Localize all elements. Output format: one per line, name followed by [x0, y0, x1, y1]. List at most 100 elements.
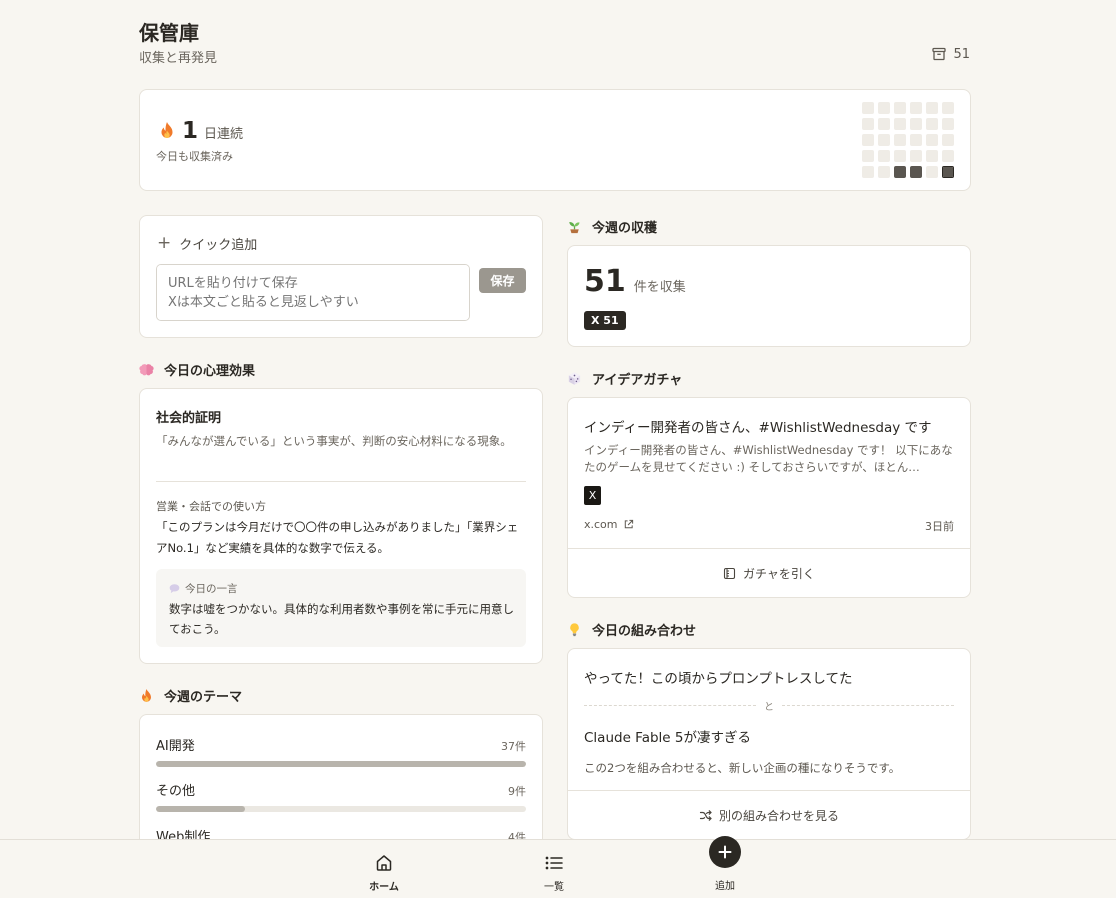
heatmap-cell	[862, 118, 874, 130]
heatmap-cell	[910, 102, 922, 114]
tip-header: 今日の一言	[169, 581, 238, 596]
psychology-title: 社会的証明	[156, 411, 222, 426]
heatmap-cell	[878, 102, 890, 114]
gacha-card[interactable]: インディー開発者の皆さん、#WishlistWednesday です インディー…	[567, 397, 971, 598]
combo-note: この2つを組み合わせると、新しい企画の種になりそうです。	[584, 761, 901, 775]
harvest-heading-label: 今週の収穫	[592, 221, 658, 236]
heatmap-cell	[942, 150, 954, 162]
heatmap-cell	[894, 118, 906, 130]
heatmap-cell	[942, 134, 954, 146]
theme-name: AI開発	[156, 739, 195, 754]
external-link-icon	[624, 519, 633, 529]
gacha-item-age: 3日前	[925, 520, 954, 533]
combo-heading: 今日の組み合わせ	[567, 620, 696, 639]
gacha-icon	[723, 567, 736, 579]
archive-icon	[932, 47, 947, 61]
theme-bar-fill	[156, 806, 245, 812]
flame-icon	[161, 122, 173, 138]
theme-bar-fill	[156, 761, 526, 767]
streak-note: 今日も収集済み	[156, 150, 233, 163]
heatmap-cell	[942, 118, 954, 130]
page-subtitle: 収集と再発見	[139, 51, 218, 66]
heatmap-cell	[894, 150, 906, 162]
streak-count: 1	[182, 118, 199, 144]
heatmap-cell	[862, 166, 874, 178]
harvest-summary: 51 件を収集	[584, 264, 686, 299]
psychology-description: 「みんなが選んでいる」という事実が、判断の安心材料になる現象。	[156, 434, 512, 448]
page-title: 保管庫	[139, 21, 199, 45]
theme-row[interactable]: その他 9件	[156, 780, 526, 812]
list-icon	[545, 856, 563, 870]
source-domain: x.com	[584, 518, 618, 531]
shuffle-combo-label: 別の組み合わせを見る	[718, 808, 839, 823]
theme-count: 9件	[508, 785, 526, 798]
fire-icon	[142, 688, 151, 702]
heatmap-cell	[926, 166, 938, 178]
divider	[156, 481, 526, 482]
shuffle-icon	[699, 809, 712, 821]
heatmap-cell	[926, 118, 938, 130]
add-button[interactable]	[709, 836, 741, 868]
shuffle-combo-button[interactable]: 別の組み合わせを見る	[568, 790, 970, 839]
combo-card: やってた！この頃からプロンプトレスしてた と Claude Fable 5が凄す…	[567, 648, 971, 840]
tip-text: 数字は嘘をつかない。具体的な利用者数や事例を常に手元に用意しておこう。	[169, 602, 514, 636]
tip-label: 今日の一言	[185, 583, 238, 595]
speech-bubble-icon	[169, 584, 180, 594]
x-logo-chip: X	[584, 486, 601, 505]
draw-gacha-button[interactable]: ガチャを引く	[568, 548, 970, 597]
nav-home[interactable]: ホーム	[339, 840, 429, 898]
psychology-card: 社会的証明 「みんなが選んでいる」という事実が、判断の安心材料になる現象。 営業…	[139, 388, 543, 664]
url-input[interactable]	[156, 264, 470, 321]
sprout-icon	[569, 221, 580, 234]
harvest-count: 51	[584, 264, 626, 299]
app-root: 保管庫 収集と再発見 51 1 日連続 今日も収集済み + クイック追加 保存	[0, 0, 1116, 898]
heatmap-cell	[862, 102, 874, 114]
theme-row-header: AI開発 37件	[156, 735, 526, 754]
heatmap-cell	[862, 134, 874, 146]
heatmap-cell	[878, 166, 890, 178]
save-button[interactable]: 保存	[479, 268, 526, 293]
theme-bar	[156, 806, 526, 812]
nav-add-label: 追加	[715, 881, 735, 892]
heatmap-cell	[910, 118, 922, 130]
heatmap-cell	[878, 134, 890, 146]
combo-item-b[interactable]: Claude Fable 5が凄すぎる	[584, 726, 751, 746]
usage-label: 営業・会話での使い方	[156, 500, 266, 513]
quick-add-header: + クイック追加	[157, 233, 257, 254]
nav-add[interactable]: 追加	[680, 836, 770, 898]
theme-row[interactable]: AI開発 37件	[156, 735, 526, 767]
combo-item-a[interactable]: やってた！この頃からプロンプトレスしてた	[584, 667, 853, 687]
brain-icon	[139, 364, 154, 376]
heatmap-cell	[910, 166, 922, 178]
theme-row-header: その他 9件	[156, 780, 526, 799]
gacha-heading: アイデアガチャ	[567, 369, 682, 388]
heatmap-cell	[926, 134, 938, 146]
archive-count-value: 51	[953, 46, 970, 62]
harvest-unit: 件を収集	[633, 280, 686, 295]
heatmap-cell	[942, 166, 954, 178]
plus-icon: +	[157, 233, 172, 253]
heatmap-cell	[942, 102, 954, 114]
themes-heading-label: 今週のテーマ	[164, 690, 243, 705]
heatmap-cell	[878, 118, 890, 130]
nav-list[interactable]: 一覧	[509, 840, 599, 898]
source-link[interactable]: x.com	[584, 518, 634, 531]
usage-text: 「このプランは今月だけで〇〇件の申し込みがありました」「業界シェアNo.1」など…	[156, 520, 519, 555]
archive-counter[interactable]: 51	[931, 46, 970, 62]
lightbulb-icon	[570, 623, 579, 637]
gacha-item-title[interactable]: インディー開発者の皆さん、#WishlistWednesday です	[584, 416, 932, 436]
streak-card: 1 日連続 今日も収集済み	[139, 89, 971, 191]
heatmap-cell	[894, 102, 906, 114]
heatmap-cell	[910, 150, 922, 162]
nav-home-label: ホーム	[369, 882, 399, 893]
psychology-heading-label: 今日の心理効果	[164, 364, 256, 379]
bottom-nav: ホーム 一覧 追加	[0, 836, 1116, 898]
heatmap-cell	[910, 134, 922, 146]
psychology-heading: 今日の心理効果	[139, 360, 255, 379]
streak-unit: 日連続	[204, 127, 244, 142]
theme-count: 37件	[501, 740, 526, 753]
nav-list-label: 一覧	[544, 882, 564, 893]
theme-name: その他	[156, 784, 196, 799]
gacha-item-description: インディー開発者の皆さん、#WishlistWednesday です！ 以下にあ…	[584, 443, 953, 474]
heatmap-cell	[862, 150, 874, 162]
